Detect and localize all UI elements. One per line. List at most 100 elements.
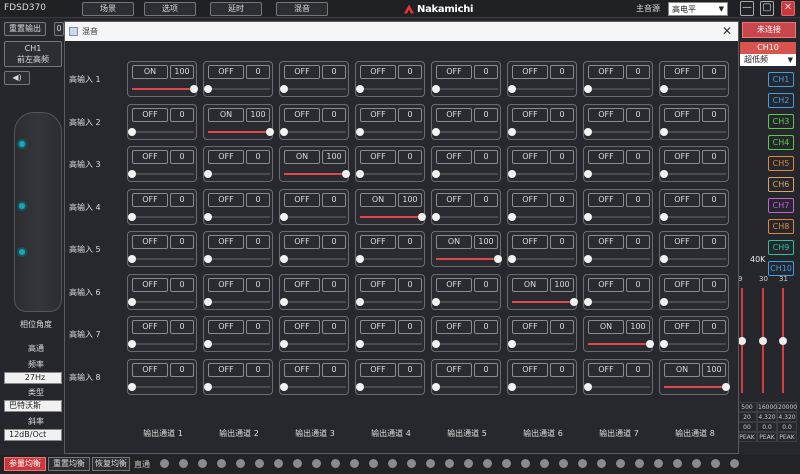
mix-level-slider[interactable]: [280, 340, 346, 348]
mix-level-field[interactable]: 100: [550, 277, 574, 292]
eq-band-dot[interactable]: [673, 459, 682, 468]
mix-level-knob[interactable]: [660, 212, 668, 221]
mix-level-knob[interactable]: [570, 297, 578, 306]
channel-item-ch7[interactable]: CH7: [768, 198, 794, 213]
mix-level-slider[interactable]: [204, 297, 270, 306]
mix-level-field[interactable]: 0: [170, 150, 194, 164]
mix-level-slider[interactable]: [128, 340, 194, 348]
mix-level-knob[interactable]: [508, 340, 516, 348]
ch1-select-button[interactable]: CH1 前左高频: [4, 41, 62, 67]
channel-item-ch3[interactable]: CH3: [768, 114, 794, 129]
mix-level-field[interactable]: 0: [702, 150, 726, 164]
mix-level-field[interactable]: 100: [398, 192, 422, 207]
mix-toggle-button[interactable]: OFF: [284, 235, 320, 249]
eq-band-dot[interactable]: [521, 459, 530, 468]
mix-level-slider[interactable]: [660, 127, 726, 136]
channel-item-ch6[interactable]: CH6: [768, 177, 794, 192]
mix-toggle-button[interactable]: OFF: [512, 150, 548, 164]
mix-level-field[interactable]: 0: [322, 277, 346, 292]
mix-level-knob[interactable]: [432, 212, 440, 221]
mix-level-knob[interactable]: [128, 382, 136, 391]
eq-band-dot[interactable]: [464, 459, 473, 468]
mix-level-knob[interactable]: [584, 170, 592, 178]
mix-toggle-button[interactable]: OFF: [512, 65, 548, 79]
mix-level-knob[interactable]: [342, 170, 350, 178]
channel-item-ch10[interactable]: CH10: [768, 261, 794, 276]
mix-level-field[interactable]: 0: [170, 107, 194, 122]
mix-level-field[interactable]: 0: [626, 150, 650, 164]
mix-level-slider[interactable]: [204, 212, 270, 221]
mix-level-knob[interactable]: [432, 340, 440, 348]
mix-level-field[interactable]: 0: [170, 320, 194, 334]
mix-level-knob[interactable]: [128, 127, 136, 136]
mix-level-slider[interactable]: [432, 85, 498, 93]
mix-toggle-button[interactable]: OFF: [132, 277, 168, 292]
mix-toggle-button[interactable]: OFF: [664, 235, 700, 249]
mix-level-field[interactable]: 0: [398, 277, 422, 292]
mix-toggle-button[interactable]: OFF: [436, 65, 472, 79]
mix-toggle-button[interactable]: OFF: [360, 150, 396, 164]
mix-toggle-button[interactable]: OFF: [664, 65, 700, 79]
mix-level-knob[interactable]: [508, 85, 516, 93]
mix-level-field[interactable]: 0: [474, 192, 498, 207]
mix-toggle-button[interactable]: OFF: [132, 235, 168, 249]
mix-level-field[interactable]: 0: [322, 362, 346, 377]
eq-band-dot[interactable]: [692, 459, 701, 468]
fader-knob[interactable]: [779, 336, 787, 345]
eq-band-dot[interactable]: [255, 459, 264, 468]
speaker-mute-button[interactable]: ◀): [4, 71, 30, 85]
mix-toggle-button[interactable]: OFF: [436, 277, 472, 292]
mix-level-knob[interactable]: [280, 212, 288, 221]
mix-toggle-button[interactable]: OFF: [436, 107, 472, 122]
mix-toggle-button[interactable]: OFF: [436, 362, 472, 377]
menu-options-button[interactable]: 选项: [144, 2, 196, 16]
mix-level-knob[interactable]: [584, 127, 592, 136]
eq-band-dot[interactable]: [483, 459, 492, 468]
menu-scene-button[interactable]: 场景: [82, 2, 134, 16]
mix-level-field[interactable]: 0: [170, 277, 194, 292]
mix-toggle-button[interactable]: OFF: [588, 235, 624, 249]
mix-level-field[interactable]: 0: [474, 277, 498, 292]
mix-level-field[interactable]: 0: [398, 235, 422, 249]
mix-level-slider[interactable]: [584, 170, 650, 178]
mix-toggle-button[interactable]: OFF: [664, 277, 700, 292]
subwoofer-select[interactable]: 超低频 ▼: [740, 54, 796, 66]
mix-level-slider[interactable]: [660, 297, 726, 306]
mix-level-knob[interactable]: [128, 212, 136, 221]
mix-level-slider[interactable]: [432, 340, 498, 348]
reset-eq-button[interactable]: 重置均衡: [48, 457, 90, 471]
mix-level-knob[interactable]: [722, 382, 730, 391]
mix-level-field[interactable]: 0: [702, 65, 726, 79]
mix-toggle-button[interactable]: OFF: [360, 107, 396, 122]
mix-level-field[interactable]: 0: [322, 107, 346, 122]
mix-level-slider[interactable]: [584, 255, 650, 263]
mix-level-field[interactable]: 0: [550, 235, 574, 249]
mix-level-slider[interactable]: [660, 340, 726, 348]
mix-toggle-button[interactable]: OFF: [360, 362, 396, 377]
mix-toggle-button[interactable]: OFF: [284, 65, 320, 79]
mix-level-knob[interactable]: [508, 170, 516, 178]
mix-toggle-button[interactable]: OFF: [664, 192, 700, 207]
mix-level-slider[interactable]: [588, 340, 654, 348]
mix-toggle-button[interactable]: OFF: [512, 320, 548, 334]
mix-level-field[interactable]: 100: [170, 65, 194, 79]
mix-level-knob[interactable]: [204, 297, 212, 306]
mix-level-slider[interactable]: [132, 85, 198, 93]
channel-item-ch2[interactable]: CH2: [768, 93, 794, 108]
mix-level-slider[interactable]: [432, 382, 498, 391]
mix-level-slider[interactable]: [356, 85, 422, 93]
mix-level-field[interactable]: 0: [246, 65, 270, 79]
mix-toggle-button[interactable]: OFF: [360, 277, 396, 292]
mix-level-knob[interactable]: [660, 127, 668, 136]
mix-toggle-button[interactable]: OFF: [664, 150, 700, 164]
mix-level-slider[interactable]: [432, 212, 498, 221]
mix-level-field[interactable]: 0: [550, 192, 574, 207]
mix-toggle-button[interactable]: OFF: [664, 320, 700, 334]
mix-level-field[interactable]: 0: [474, 320, 498, 334]
mix-level-field[interactable]: 0: [170, 362, 194, 377]
mix-level-slider[interactable]: [128, 382, 194, 391]
restore-eq-button[interactable]: 恢复均衡: [92, 457, 130, 471]
mix-toggle-button[interactable]: OFF: [132, 107, 168, 122]
mix-level-knob[interactable]: [660, 85, 668, 93]
mix-level-field[interactable]: 0: [246, 150, 270, 164]
